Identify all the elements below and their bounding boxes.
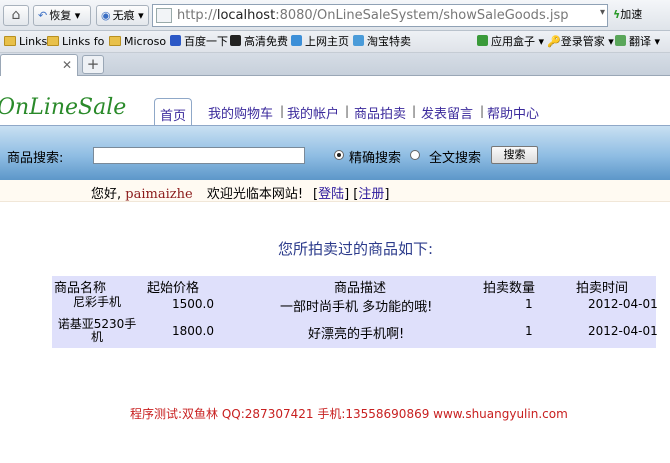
back-arrow-icon: ↶ (38, 9, 48, 22)
goods-table: 商品名称 起始价格 商品描述 拍卖数量 拍卖时间 尼彩手机 1500.0 一部时… (52, 276, 658, 348)
bookmark-login-manager[interactable]: 🔑登录管家 ▾ (547, 34, 614, 50)
site-logo: OnLineSale (0, 95, 127, 120)
register-link[interactable]: 注册 (358, 187, 384, 202)
restore-label: 恢复 (49, 9, 72, 22)
bookmark-links-for[interactable]: Links fo (47, 34, 104, 50)
bookmark-translate[interactable]: 翻译 ▾ (615, 34, 660, 50)
search-input[interactable] (93, 147, 305, 164)
page-heading: 您所拍卖过的商品如下: (278, 240, 434, 258)
col-header-date: 拍卖时间 (576, 281, 629, 296)
search-bar: 商品搜索: 精确搜索 全文搜索 搜索 (0, 125, 670, 180)
key-icon: 🔑 (547, 35, 561, 48)
address-bar[interactable]: http://localhost:8080/OnLineSaleSystem/s… (152, 4, 608, 27)
login-link[interactable]: 登陆 (318, 187, 344, 202)
welcome-message: 欢迎光临本网站! (206, 187, 304, 202)
chevron-down-icon: ▾ (138, 9, 144, 22)
tab-bar: ✕ + (0, 53, 670, 76)
incognito-label: 无痕 (112, 9, 135, 22)
baidu-icon (170, 35, 181, 46)
home-icon: ⌂ (11, 7, 21, 23)
taobao-icon (353, 35, 364, 46)
plus-icon: + (86, 55, 100, 73)
col-header-price: 起始价格 (147, 281, 200, 296)
address-dropdown-icon[interactable]: ▾ (600, 7, 605, 18)
cell-name: 诺基亚5230手机 (57, 317, 137, 344)
nav-separator: | (480, 104, 485, 118)
greeting: 您好, (91, 187, 122, 202)
bookmark-baidu[interactable]: 百度一下 (170, 34, 228, 50)
nav-account[interactable]: 我的帐户 (287, 103, 339, 122)
cell-desc: 好漂亮的手机啊! (308, 327, 405, 342)
cell-name: 尼彩手机 (72, 295, 121, 309)
col-header-name: 商品名称 (54, 281, 107, 296)
restore-button[interactable]: ↶ 恢复 ▾ (33, 5, 91, 26)
movie-icon (230, 35, 241, 46)
app-box-icon (477, 35, 488, 46)
chevron-down-icon: ▾ (74, 9, 81, 22)
radio-exact-label: 精确搜索 (349, 151, 402, 166)
page-icon (156, 8, 172, 23)
nav-home[interactable]: 首页 (154, 98, 193, 126)
home-button[interactable]: ⌂ (3, 5, 29, 26)
bookmark-taobao[interactable]: 淘宝特卖 (353, 34, 411, 50)
bookmark-homepage[interactable]: 上网主页 (291, 34, 349, 50)
bookmark-hd-movies[interactable]: 高清免费 (230, 34, 288, 50)
radio-fulltext-search[interactable] (410, 150, 420, 160)
folder-icon (109, 36, 121, 46)
incognito-button[interactable]: ◉ 无痕 ▾ (96, 5, 149, 26)
cell-qty: 1 (525, 324, 533, 338)
bookmark-links[interactable]: Links (4, 34, 47, 50)
translate-icon (615, 35, 626, 46)
cell-price: 1500.0 (172, 297, 214, 311)
nav-help[interactable]: 帮助中心 (487, 103, 539, 122)
nav-separator: | (345, 104, 350, 118)
footer-text: 程序测试:双鱼林 QQ:287307421 手机:13558690869 www… (130, 407, 568, 421)
cell-date: 2012-04-01 (588, 324, 658, 338)
bookmark-app-box[interactable]: 应用盒子 ▾ (477, 34, 544, 50)
cell-desc: 一部时尚手机 多功能的哦! (280, 300, 433, 315)
search-button[interactable]: 搜索 (491, 146, 538, 164)
incognito-icon: ◉ (101, 9, 111, 22)
col-header-desc: 商品描述 (334, 281, 387, 296)
browser-tab[interactable]: ✕ (0, 54, 78, 76)
nav-separator: | (280, 104, 285, 118)
search-label: 商品搜索: (7, 151, 64, 166)
radio-exact-search[interactable] (334, 150, 344, 160)
radio-fulltext-label: 全文搜索 (429, 151, 482, 166)
auth-links: [登陆] [注册] (313, 187, 390, 202)
bookmark-microsoft[interactable]: Microso (109, 34, 166, 50)
col-header-qty: 拍卖数量 (483, 281, 536, 296)
close-icon[interactable]: ✕ (62, 58, 72, 72)
nav-auction[interactable]: 商品拍卖 (354, 103, 406, 122)
accelerate-button[interactable]: ϟ加速 (613, 6, 642, 22)
nav-separator: | (412, 104, 417, 118)
cell-date: 2012-04-01 (588, 297, 658, 311)
home-page-icon (291, 35, 302, 46)
folder-icon (4, 36, 16, 46)
new-tab-button[interactable]: + (82, 55, 104, 74)
cell-qty: 1 (525, 297, 533, 311)
url-text: http://localhost:8080/OnLineSaleSystem/s… (177, 8, 569, 23)
username: paimaizhe (125, 187, 193, 202)
nav-cart[interactable]: 我的购物车 (208, 103, 273, 122)
welcome-text: 您好, paimaizhe 欢迎光临本网站! (91, 183, 303, 202)
nav-message[interactable]: 发表留言 (421, 103, 473, 122)
browser-toolbar: ⌂ ↶ 恢复 ▾ ◉ 无痕 ▾ http://localhost:8080/OnLi… (0, 0, 670, 31)
bookmarks-bar: Links Links fo Microso 百度一下 高清免费 上网主页 淘宝… (0, 31, 670, 53)
folder-icon (47, 36, 59, 46)
cell-price: 1800.0 (172, 324, 214, 338)
accelerate-label: 加速 (620, 8, 643, 21)
